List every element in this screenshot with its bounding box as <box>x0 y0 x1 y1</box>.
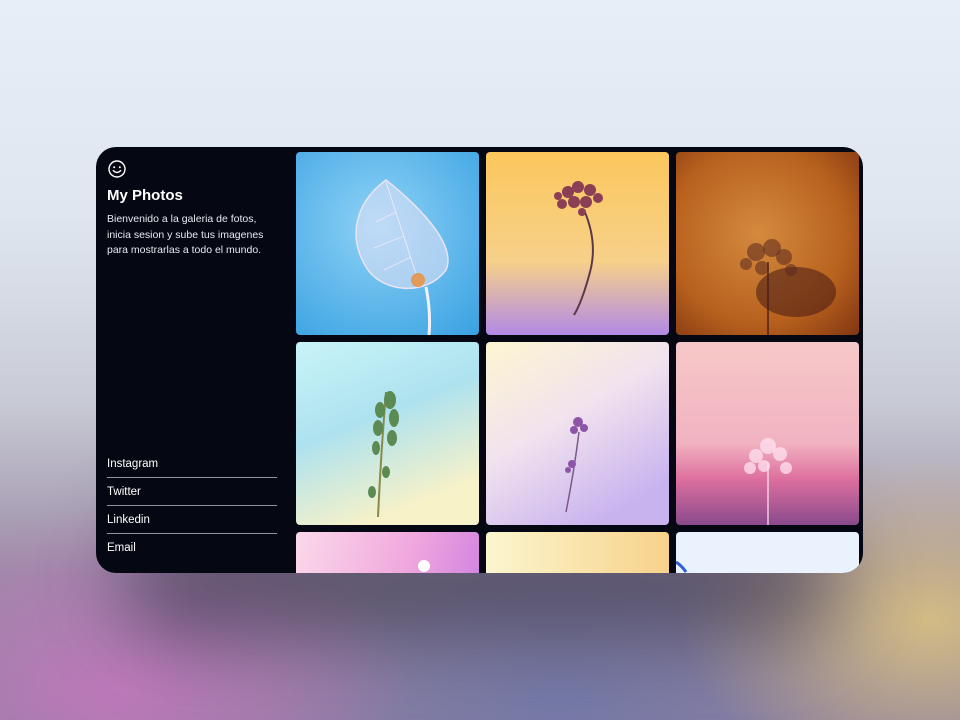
email-link[interactable]: Email <box>107 542 277 561</box>
page-title: My Photos <box>107 187 183 204</box>
white-flower-photo <box>296 532 479 573</box>
photo-tile[interactable] <box>486 152 669 335</box>
skeleton-leaf-photo <box>296 152 479 335</box>
purple-wildflower-photo <box>486 342 669 525</box>
linkedin-link[interactable]: Linkedin <box>107 514 277 534</box>
photo-tile[interactable] <box>676 152 859 335</box>
photo-tile[interactable] <box>296 532 479 573</box>
white-fern-photo <box>676 342 859 525</box>
twitter-link[interactable]: Twitter <box>107 486 277 506</box>
light-blue-photo <box>676 532 859 573</box>
photo-tile[interactable] <box>296 152 479 335</box>
green-herb-photo <box>296 342 479 525</box>
photo-tile[interactable] <box>296 342 479 525</box>
fern-sprig-photo <box>486 152 669 335</box>
photo-tile[interactable] <box>486 532 669 573</box>
photo-tile[interactable] <box>676 342 859 525</box>
photo-grid <box>291 147 863 573</box>
social-links: Instagram Twitter Linkedin Email <box>107 458 277 561</box>
instagram-link[interactable]: Instagram <box>107 458 277 478</box>
gallery-window: My Photos Bienvenido a la galeria de fot… <box>96 147 863 573</box>
smiley-face-icon[interactable] <box>107 159 127 179</box>
welcome-description: Bienvenido a la galeria de fotos, inicia… <box>107 213 264 256</box>
photo-tile[interactable] <box>676 532 859 573</box>
fern-silhouette-photo <box>676 152 859 335</box>
sidebar: My Photos Bienvenido a la galeria de fot… <box>96 147 291 573</box>
photo-tile[interactable] <box>486 342 669 525</box>
pale-yellow-photo <box>486 532 669 573</box>
